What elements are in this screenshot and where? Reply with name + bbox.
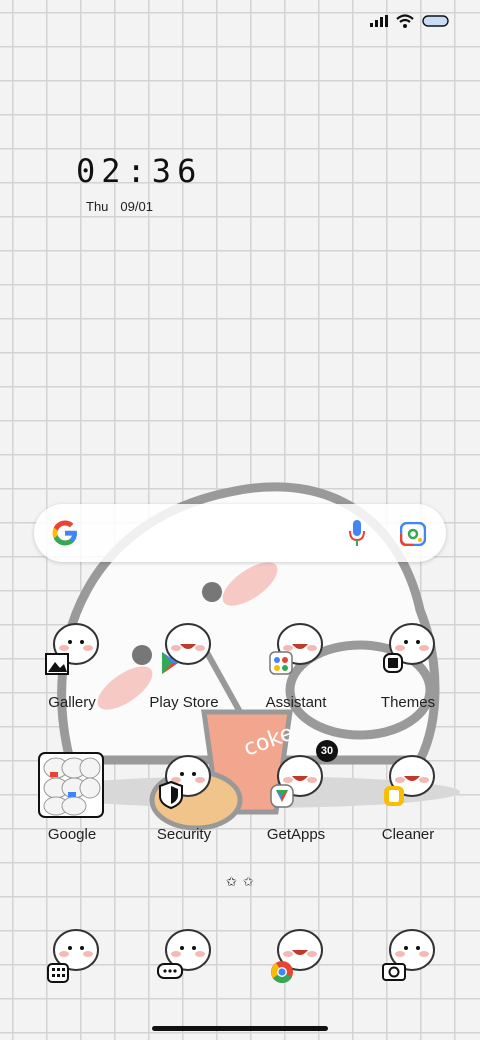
app-label: Assistant xyxy=(265,694,327,711)
page-dot-active: ✩ xyxy=(226,874,237,889)
app-security[interactable]: Security xyxy=(134,752,234,864)
app-play-store[interactable]: Play Store xyxy=(134,620,234,732)
page-dot: ✩ xyxy=(242,874,254,889)
getapps-icon xyxy=(270,755,323,808)
clock-date[interactable]: Thu 09/01 xyxy=(86,199,153,214)
signal-icon xyxy=(370,15,388,27)
app-label: Cleaner xyxy=(381,826,435,843)
app-assistant[interactable]: Assistant xyxy=(246,620,346,732)
lens-icon[interactable] xyxy=(400,522,426,546)
assistant-icon xyxy=(269,623,323,675)
security-icon xyxy=(159,755,211,810)
app-label: Google xyxy=(47,826,97,843)
cleaner-icon xyxy=(384,755,435,806)
app-label: GetApps xyxy=(266,826,326,843)
play-store-icon xyxy=(162,623,211,674)
app-getapps[interactable]: 30 GetApps xyxy=(246,740,346,864)
dock-chrome[interactable] xyxy=(246,926,346,1038)
google-folder-icon xyxy=(38,752,104,818)
clock-date-value: 09/01 xyxy=(120,199,153,214)
wifi-icon xyxy=(396,14,414,28)
search-bar[interactable] xyxy=(34,504,446,562)
clock-day: Thu xyxy=(86,199,109,214)
app-gallery[interactable]: Gallery xyxy=(22,620,122,732)
app-label: Play Store xyxy=(149,694,219,711)
app-label: Gallery xyxy=(48,694,96,711)
app-label: Themes xyxy=(380,694,436,711)
app-cleaner[interactable]: Cleaner xyxy=(358,752,458,864)
app-themes[interactable]: Themes xyxy=(358,620,458,732)
themes-icon xyxy=(383,623,435,673)
google-logo-icon xyxy=(52,520,77,546)
page-indicator[interactable]: ✩ ✩ xyxy=(226,874,254,890)
gallery-icon xyxy=(45,623,99,675)
dock-messages[interactable] xyxy=(134,926,234,1038)
mic-icon[interactable] xyxy=(348,520,366,546)
battery-icon xyxy=(422,15,449,27)
app-label: Security xyxy=(156,826,212,843)
app-google-folder[interactable]: Google xyxy=(22,752,122,864)
dock-phone[interactable] xyxy=(22,926,122,1038)
home-indicator[interactable] xyxy=(152,1026,328,1031)
notification-badge: 30 xyxy=(316,740,338,762)
dock-camera[interactable] xyxy=(358,926,458,1038)
clock-time[interactable]: 02:36 xyxy=(76,152,202,190)
status-bar xyxy=(370,14,450,28)
chrome-icon xyxy=(271,929,323,983)
messages-icon xyxy=(157,929,211,979)
camera-icon xyxy=(382,929,435,981)
phone-icon xyxy=(47,929,99,983)
